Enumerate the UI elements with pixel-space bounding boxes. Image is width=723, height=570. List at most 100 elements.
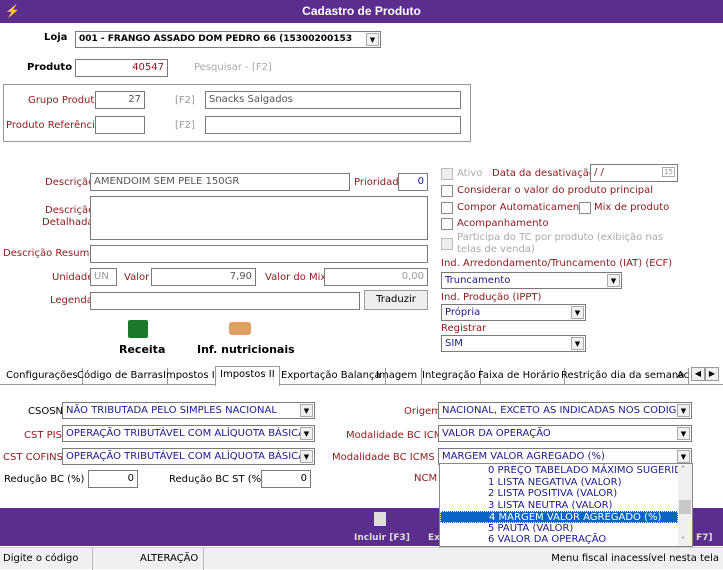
- grupo-f2[interactable]: [F2]: [175, 95, 195, 106]
- nutri-button[interactable]: Inf. nutricionais: [197, 343, 295, 356]
- acompanhamento-checkbox[interactable]: [441, 218, 453, 230]
- modalidade-st-value: MARGEM VALOR AGREGADO (%): [442, 451, 605, 462]
- reducao-bc-input[interactable]: 0: [88, 470, 138, 488]
- loja-value: 001 - FRANGO ASSADO DOM PEDRO 66 (153002…: [79, 34, 353, 44]
- window-title: Cadastro de Produto: [302, 4, 421, 18]
- tab-impostos-i[interactable]: Impostos I: [159, 368, 220, 385]
- reducao-bc-label: Redução BC (%): [4, 474, 85, 485]
- csosn-value: NÃO TRIBUTADA PELO SIMPLES NACIONAL: [66, 405, 277, 416]
- reducao-bc-st-label: Redução BC ST (%): [169, 474, 266, 485]
- grupo-name-input[interactable]: Snacks Salgados: [205, 91, 461, 109]
- reducao-bc-st-input[interactable]: 0: [261, 470, 311, 488]
- title-bar: ⚡ Cadastro de Produto: [0, 0, 723, 23]
- chevron-down-icon[interactable]: ▼: [300, 404, 313, 417]
- chevron-down-icon[interactable]: ▼: [677, 450, 690, 463]
- pis-select[interactable]: OPERAÇÃO TRIBUTÁVEL COM ALÍQUOTA BÁSICA ▼: [62, 425, 315, 442]
- tab-impostos-ii[interactable]: Impostos II: [215, 366, 280, 386]
- legenda-input[interactable]: [90, 292, 360, 310]
- descricao-label: Descrição: [45, 177, 95, 188]
- considerar-label: Considerar o valor do produto principal: [457, 185, 653, 196]
- incluir-icon[interactable]: [374, 512, 386, 526]
- calendar-icon[interactable]: 15: [662, 167, 675, 177]
- origem-select[interactable]: NACIONAL, EXCETO AS INDICADAS NOS CODIGO…: [438, 402, 692, 419]
- tab-faixa-horario[interactable]: Faixa de Horário: [474, 368, 565, 385]
- status-hint: Digite o código: [3, 553, 79, 564]
- dropdown-option[interactable]: 1 LISTA NEGATIVA (VALOR): [440, 477, 692, 489]
- scroll-down-icon[interactable]: ˅: [681, 536, 685, 545]
- chevron-down-icon[interactable]: ▼: [300, 450, 313, 463]
- origem-value: NACIONAL, EXCETO AS INDICADAS NOS CODIGO…: [442, 405, 692, 416]
- scroll-up-icon[interactable]: ˄: [681, 465, 685, 474]
- ref-name-input[interactable]: [205, 116, 461, 134]
- ativo-checkbox[interactable]: [441, 168, 453, 180]
- chevron-down-icon[interactable]: ▼: [607, 274, 620, 287]
- compor-label: Compor Automaticamente: [457, 202, 590, 213]
- csosn-select[interactable]: NÃO TRIBUTADA PELO SIMPLES NACIONAL ▼: [62, 402, 315, 419]
- descricao-input[interactable]: AMENDOIM SEM PELE 150GR: [90, 173, 350, 191]
- chevron-down-icon[interactable]: ▼: [677, 404, 690, 417]
- mix-checkbox[interactable]: [579, 202, 591, 214]
- tab-integracao[interactable]: Integração: [418, 368, 481, 385]
- dropdown-option[interactable]: 6 VALOR DA OPERAÇÃO: [440, 534, 692, 546]
- chevron-down-icon[interactable]: ▼: [677, 427, 690, 440]
- tab-scroll-right-icon[interactable]: ▶: [705, 367, 719, 381]
- data-input[interactable]: / / 15: [590, 164, 678, 182]
- chevron-down-icon[interactable]: ▼: [571, 337, 584, 350]
- status-fiscal: Menu fiscal inacessível nesta tela: [551, 553, 719, 564]
- dropdown-option[interactable]: 2 LISTA POSITIVA (VALOR): [440, 488, 692, 500]
- modalidade-st-label: Modalidade BC ICMS ST: [332, 452, 451, 463]
- dropdown-scrollbar[interactable]: ˄ ˅: [678, 464, 692, 546]
- participa-checkbox[interactable]: [441, 238, 453, 250]
- descricao-detalhada-textarea[interactable]: [90, 196, 428, 240]
- resumida-input[interactable]: [90, 245, 428, 263]
- compor-checkbox[interactable]: [441, 202, 453, 214]
- traduzir-button[interactable]: Traduzir: [364, 290, 428, 310]
- tab-imagem[interactable]: Imagem: [372, 368, 423, 385]
- produto-input[interactable]: 40547: [75, 59, 168, 77]
- loja-label: Loja: [44, 32, 68, 43]
- registrar-value: SIM: [445, 338, 463, 349]
- f7-button[interactable]: F7]: [696, 533, 713, 543]
- ippt-label: Ind. Produção (IPPT): [441, 292, 542, 303]
- iat-value: Truncamento: [445, 275, 511, 286]
- unidade-input[interactable]: UN: [90, 268, 117, 286]
- tab-scroll-left-icon[interactable]: ◀: [691, 367, 705, 381]
- ref-label: Produto Referência: [6, 120, 101, 131]
- receita-icon[interactable]: [128, 320, 148, 338]
- grupo-code-input[interactable]: 27: [95, 91, 145, 109]
- iat-select[interactable]: Truncamento ▼: [441, 272, 622, 289]
- produto-label: Produto: [27, 62, 73, 73]
- loja-select[interactable]: 001 - FRANGO ASSADO DOM PEDRO 66 (153002…: [75, 31, 381, 48]
- tab-restricao[interactable]: Restrição dia da semana: [557, 368, 690, 385]
- cofins-select[interactable]: OPERAÇÃO TRIBUTÁVEL COM ALÍQUOTA BÁSICA ▼: [62, 448, 315, 465]
- ref-code-input[interactable]: [95, 116, 145, 134]
- cofins-value: OPERAÇÃO TRIBUTÁVEL COM ALÍQUOTA BÁSICA: [66, 451, 306, 462]
- csosn-label: CSOSN: [28, 406, 64, 417]
- prioridade-input[interactable]: 0: [398, 173, 428, 191]
- incluir-button[interactable]: Incluir [F3]: [354, 533, 410, 543]
- scrollbar-thumb[interactable]: [679, 500, 691, 514]
- ref-f2[interactable]: [F2]: [175, 120, 195, 131]
- chevron-down-icon[interactable]: ▼: [300, 427, 313, 440]
- registrar-select[interactable]: SIM ▼: [441, 335, 586, 352]
- tab-exportacao-balanca[interactable]: Exportação Balança: [277, 368, 386, 385]
- valor-input[interactable]: 7,90: [151, 268, 256, 286]
- receita-button[interactable]: Receita: [119, 343, 165, 356]
- tab-configuracoes[interactable]: Configurações: [2, 368, 83, 385]
- dropdown-option[interactable]: 0 PREÇO TABELADO MÁXIMO SUGERIDO: [440, 465, 692, 477]
- chevron-down-icon[interactable]: ▼: [571, 306, 584, 319]
- modalidade-st-dropdown[interactable]: 0 PREÇO TABELADO MÁXIMO SUGERIDO 1 LISTA…: [439, 463, 693, 547]
- ippt-select[interactable]: Própria ▼: [441, 304, 586, 321]
- det-label-1: Descrição: [45, 205, 95, 216]
- det-label-2: Detalhada: [42, 217, 94, 228]
- pesquisar-link[interactable]: Pesquisar - [F2]: [194, 62, 272, 73]
- tab-codigo-barras[interactable]: Código de Barras: [73, 368, 168, 385]
- chevron-down-icon[interactable]: ▼: [366, 33, 379, 46]
- nutrition-icon[interactable]: [229, 322, 251, 335]
- dropdown-option[interactable]: 3 LISTA NEUTRA (VALOR): [440, 500, 692, 512]
- considerar-checkbox[interactable]: [441, 185, 453, 197]
- dropdown-option-selected[interactable]: 4 MARGEM VALOR AGREGADO (%): [440, 511, 678, 523]
- modalidade-select[interactable]: VALOR DA OPERAÇÃO ▼: [438, 425, 692, 442]
- dropdown-option[interactable]: 5 PAUTA (VALOR): [440, 523, 692, 535]
- mix-input[interactable]: 0,00: [324, 268, 428, 286]
